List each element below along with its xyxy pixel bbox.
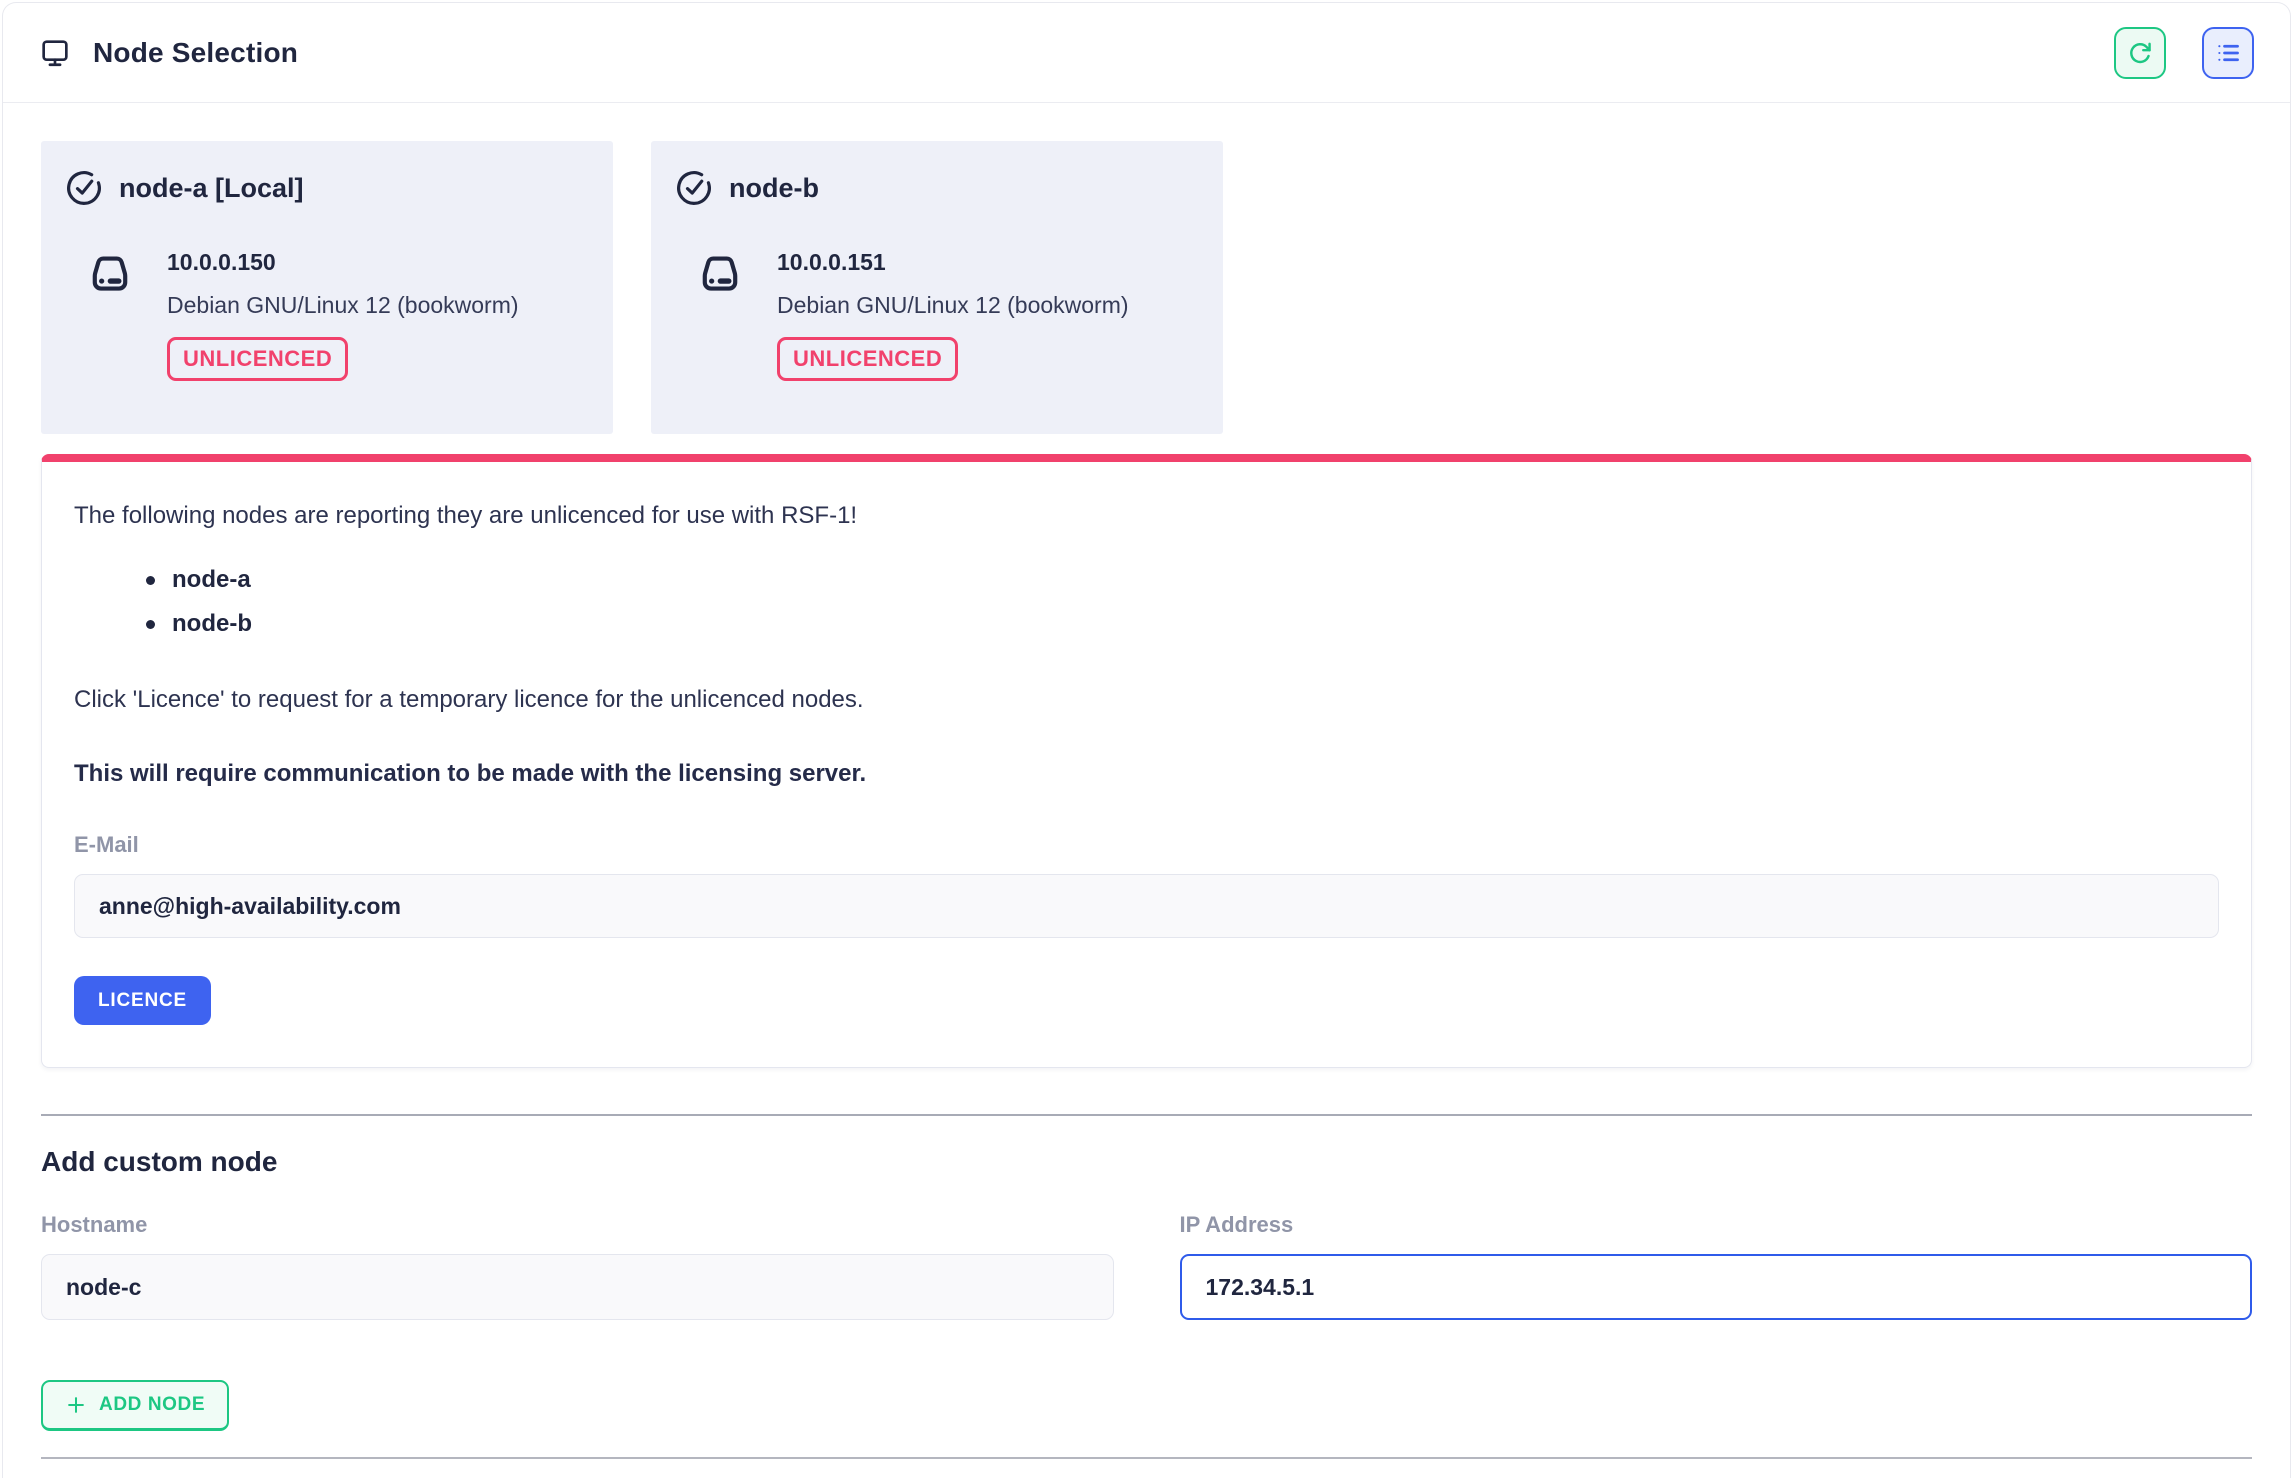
refresh-icon [2126,39,2154,67]
node-name: node-b [729,173,819,204]
node-info: 10.0.0.150 Debian GNU/Linux 12 (bookworm… [167,235,519,381]
unlicenced-badge: UNLICENCED [167,337,348,381]
ip-address-field-group: IP Address [1180,1212,2253,1320]
email-label: E-Mail [74,832,2219,858]
node-card-body: 10.0.0.151 Debian GNU/Linux 12 (bookworm… [675,235,1199,381]
hostname-field[interactable] [41,1254,1114,1320]
unlicenced-badge: UNLICENCED [777,337,958,381]
licence-warning: This will require communication to be ma… [74,760,2219,788]
node-name: node-a [Local] [119,173,304,204]
node-card-body: 10.0.0.150 Debian GNU/Linux 12 (bookworm… [65,235,589,381]
node-ip: 10.0.0.151 [777,249,1129,276]
node-os: Debian GNU/Linux 12 (bookworm) [777,292,1129,319]
hard-drive-icon [85,249,135,381]
ip-address-field[interactable] [1180,1254,2253,1320]
licence-button[interactable]: LICENCE [74,976,211,1025]
check-circle-icon [65,169,103,207]
plus-icon [65,1394,87,1416]
check-circle-icon [675,169,713,207]
header: Node Selection [3,3,2290,103]
licence-alert-panel: The following nodes are reporting they a… [41,454,2252,1068]
hostname-label: Hostname [41,1212,1114,1238]
section-divider [41,1114,2252,1116]
node-os: Debian GNU/Linux 12 (bookworm) [167,292,519,319]
node-ip: 10.0.0.150 [167,249,519,276]
node-info: 10.0.0.151 Debian GNU/Linux 12 (bookworm… [777,235,1129,381]
node-selection-page: Node Selection [2,2,2291,1478]
unlicenced-node-item: node-a [146,558,2219,602]
licence-instruction: Click 'Licence' to request for a tempora… [74,686,2219,714]
unlicenced-node-item: node-b [146,602,2219,646]
add-node-fields: Hostname IP Address [41,1212,2252,1320]
node-list-button[interactable] [2202,27,2254,79]
ip-address-label: IP Address [1180,1212,2253,1238]
main-content: node-a [Local] 10.0.0.150 Debian GNU/Lin… [3,141,2290,1459]
page-title: Node Selection [93,37,298,69]
monitor-icon [39,37,71,69]
hard-drive-icon [695,249,745,381]
node-card-header: node-b [675,169,1199,207]
node-card-node-a[interactable]: node-a [Local] 10.0.0.150 Debian GNU/Lin… [41,141,613,434]
refresh-button[interactable] [2114,27,2166,79]
node-card-node-b[interactable]: node-b 10.0.0.151 Debian GNU/Linux 12 (b… [651,141,1223,434]
header-actions [2114,27,2254,79]
hostname-field-group: Hostname [41,1212,1114,1320]
node-cards-row: node-a [Local] 10.0.0.150 Debian GNU/Lin… [41,141,2252,434]
add-node-button[interactable]: ADD NODE [41,1380,229,1431]
add-node-button-label: ADD NODE [99,1394,205,1416]
add-custom-node-title: Add custom node [41,1146,2252,1178]
bottom-divider [41,1457,2252,1459]
header-left: Node Selection [39,37,298,69]
list-icon [2214,39,2242,67]
email-field[interactable] [74,874,2219,938]
unlicenced-node-list: node-a node-b [74,558,2219,646]
node-card-header: node-a [Local] [65,169,589,207]
alert-message: The following nodes are reporting they a… [74,502,2219,530]
add-custom-node-section: Add custom node Hostname IP Address [41,1146,2252,1431]
